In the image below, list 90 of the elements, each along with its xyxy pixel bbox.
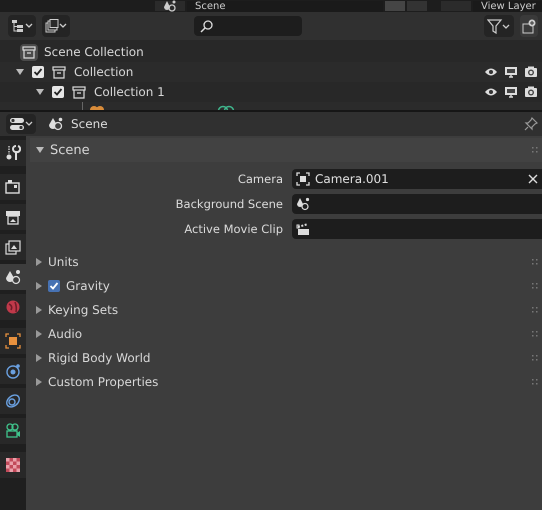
panel-header[interactable]: Audio xyxy=(30,322,542,346)
camera-icon[interactable] xyxy=(524,86,538,98)
panel-title: Audio xyxy=(48,327,82,341)
texture-tab[interactable] xyxy=(0,452,26,478)
clapperboard-icon xyxy=(296,222,310,236)
video-camera-icon xyxy=(5,423,21,439)
field-label: Camera xyxy=(236,172,284,186)
drag-handle-icon[interactable] xyxy=(532,307,538,313)
drag-handle-icon[interactable] xyxy=(532,355,538,361)
panel-title: Rigid Body World xyxy=(48,351,151,365)
collection-icon xyxy=(70,84,88,100)
physics-tab[interactable] xyxy=(0,358,26,384)
drag-handle-icon[interactable] xyxy=(532,331,538,337)
checkbox[interactable] xyxy=(32,66,44,78)
expand-arrow-icon[interactable] xyxy=(36,330,42,338)
collection-icon xyxy=(50,64,68,80)
collection-name[interactable]: Scene Collection xyxy=(44,45,144,59)
scene-tab[interactable] xyxy=(0,264,26,290)
view-layer-tab[interactable] xyxy=(0,234,26,260)
search-field[interactable] xyxy=(194,16,302,36)
expand-arrow-icon[interactable] xyxy=(16,69,24,75)
field-label: Active Movie Clip xyxy=(183,222,284,236)
drag-handle-icon[interactable] xyxy=(532,259,538,265)
pin-icon[interactable] xyxy=(524,117,538,131)
drag-handle-icon[interactable] xyxy=(532,379,538,385)
ring-icon xyxy=(5,393,21,409)
render-tab[interactable] xyxy=(0,174,26,200)
expand-arrow-icon[interactable] xyxy=(36,306,42,314)
panel-header[interactable]: Units xyxy=(30,250,542,274)
panel-header[interactable]: Keying Sets xyxy=(30,298,542,322)
editor-type-dropdown[interactable] xyxy=(6,114,36,134)
object-square-icon xyxy=(5,333,21,349)
panel-header[interactable]: Custom Properties xyxy=(30,370,542,394)
panel-title: Gravity xyxy=(66,279,110,293)
output-tab[interactable] xyxy=(0,204,26,230)
checkerboard-icon xyxy=(5,457,21,473)
scene-icon xyxy=(163,0,177,12)
camera-object-icon xyxy=(296,172,310,186)
checkbox[interactable] xyxy=(52,86,64,98)
scene-icon xyxy=(48,117,63,131)
panel-title: Units xyxy=(48,255,79,269)
camera-icon[interactable] xyxy=(524,66,538,78)
panel-header[interactable]: Rigid Body World xyxy=(30,346,542,370)
checkbox[interactable] xyxy=(48,280,60,292)
field-value: Camera.001 xyxy=(315,172,389,186)
scene-selector[interactable] xyxy=(155,1,185,11)
object-tab[interactable] xyxy=(0,328,26,354)
collection-name[interactable]: Collection 1 xyxy=(94,85,165,99)
modifier-icon xyxy=(217,104,235,110)
panel-header[interactable]: Scene xyxy=(30,138,542,162)
tool-tab[interactable] xyxy=(0,140,26,166)
panel-header[interactable]: Gravity xyxy=(30,274,542,298)
display-mode-dropdown[interactable] xyxy=(8,15,36,37)
search-icon xyxy=(200,20,213,32)
globe-icon xyxy=(5,299,21,315)
camera-tab[interactable] xyxy=(0,418,26,444)
monitor-icon[interactable] xyxy=(504,66,518,78)
data-block-field[interactable]: Camera.001 xyxy=(292,169,542,189)
constraints-tab[interactable] xyxy=(0,388,26,414)
expand-arrow-icon[interactable] xyxy=(36,147,44,153)
object-icon xyxy=(89,104,105,110)
view-dropdown[interactable] xyxy=(42,15,70,37)
data-block-field[interactable] xyxy=(292,219,542,239)
new-collection-button[interactable] xyxy=(520,15,538,37)
orbit-icon xyxy=(5,363,21,379)
scene-icon xyxy=(5,269,21,285)
panel-title: Custom Properties xyxy=(48,375,158,389)
field-label: Background Scene xyxy=(174,197,284,211)
expand-arrow-icon[interactable] xyxy=(36,354,42,362)
expand-arrow-icon[interactable] xyxy=(36,282,42,290)
collection-icon xyxy=(20,44,38,60)
printer-icon xyxy=(5,209,21,225)
scene-icon xyxy=(296,197,310,211)
render-icon xyxy=(5,179,21,195)
image-stack-icon xyxy=(5,239,21,255)
panel-title: Keying Sets xyxy=(48,303,118,317)
monitor-icon[interactable] xyxy=(504,86,518,98)
context-title: Scene xyxy=(71,117,108,131)
drag-handle-icon[interactable] xyxy=(532,147,538,153)
eye-icon[interactable] xyxy=(484,87,498,97)
tools-icon xyxy=(5,145,21,161)
expand-arrow-icon[interactable] xyxy=(36,378,42,386)
collection-name[interactable]: Collection xyxy=(74,65,134,79)
expand-arrow-icon[interactable] xyxy=(36,89,44,95)
data-block-field[interactable] xyxy=(292,194,542,214)
panel-title: Scene xyxy=(50,142,90,158)
expand-arrow-icon[interactable] xyxy=(36,258,42,266)
drag-handle-icon[interactable] xyxy=(532,283,538,289)
eye-icon[interactable] xyxy=(484,67,498,77)
filter-dropdown[interactable] xyxy=(484,15,514,37)
